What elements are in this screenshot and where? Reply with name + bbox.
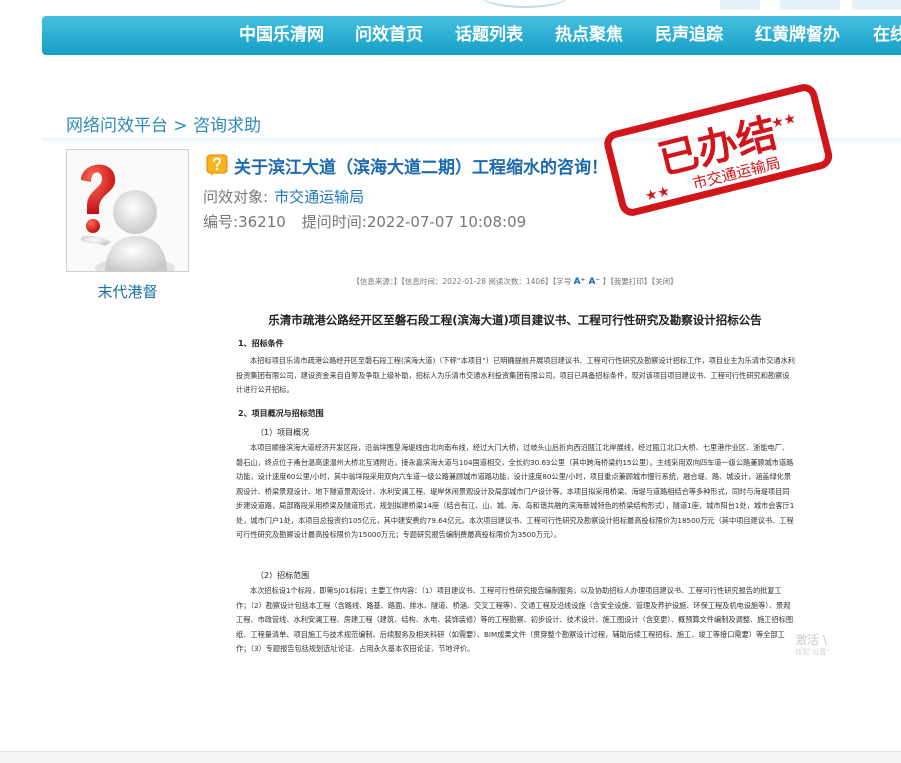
info-row: 编号:36210 提问时间:2022-07-07 10:08:09 bbox=[203, 211, 526, 232]
target-label: 问效对象: bbox=[203, 188, 269, 206]
question-title-row: 关于滨江大道（滨海大道二期）工程缩水的咨询！ bbox=[206, 152, 608, 178]
breadcrumb-separator: > bbox=[173, 116, 188, 136]
avatar bbox=[66, 149, 189, 272]
nav-item-china-yueqing[interactable]: 中国乐清网 bbox=[239, 16, 324, 55]
document-meta: 【信息来源：】【信息时间：2022-01-28 阅读次数：1406】【字号 A⁺… bbox=[352, 277, 678, 287]
section-3-sub: （2）招标范围 bbox=[256, 571, 310, 580]
breadcrumb-platform[interactable]: 网络问效平台 bbox=[66, 116, 168, 136]
announcement-document: 【信息来源：】【信息时间：2022-01-28 阅读次数：1406】【字号 A⁺… bbox=[230, 270, 800, 662]
number-label: 编号: bbox=[203, 213, 239, 231]
breadcrumb: 网络问效平台 > 咨询求助 bbox=[66, 111, 261, 136]
question-person-icon bbox=[67, 150, 188, 271]
question-badge-icon bbox=[206, 154, 228, 176]
completed-stamp: 已办结 市交通运输局 ★★ ★★ bbox=[604, 84, 833, 216]
question-title: 关于滨江大道（滨海大道二期）工程缩水的咨询！ bbox=[234, 157, 608, 178]
asker-name[interactable]: 末代港督 bbox=[66, 281, 189, 302]
section-2-para: 本项目顺接滨海大道经济开发区段，沿翁垟围垦海堤线由北向南布线，经过大门大桥，过岐… bbox=[236, 443, 795, 539]
section-3-para: 本次招标设1个标段，即第SJ01标段；主要工作内容：（1）项目建议书、工程可行性… bbox=[236, 586, 794, 653]
section-1-label: 1、招标条件 bbox=[238, 339, 284, 348]
svg-text:★★: ★★ bbox=[770, 110, 798, 132]
nav-item-supervision[interactable]: 红黄牌督办 bbox=[755, 16, 840, 55]
breadcrumb-current: 咨询求助 bbox=[193, 116, 262, 136]
nav-item-tracking[interactable]: 民声追踪 bbox=[655, 16, 723, 55]
time-label: 提问时间: bbox=[301, 213, 367, 231]
target-link[interactable]: 市交通运输局 bbox=[274, 188, 364, 206]
activation-watermark: 激活 \ 转到"设置" bbox=[795, 633, 830, 656]
number-value: 36210 bbox=[238, 213, 286, 231]
font-size-toggle-icon[interactable]: A⁺ A⁻ bbox=[574, 277, 601, 287]
section-2-sub: （1）项目概况 bbox=[256, 428, 310, 437]
top-decoration bbox=[0, 0, 901, 16]
document-heading: 乐清市疏港公路经开区至磐石段工程(滨海大道)项目建议书、工程可行性研究及勘察设计… bbox=[268, 313, 762, 327]
nav-item-topics[interactable]: 话题列表 bbox=[455, 16, 523, 55]
section-1-para: 本招标项目乐清市疏港公路经开区至磐石段工程(滨海大道)（下称“本项目”）已明确提… bbox=[236, 356, 795, 394]
main-nav: 中国乐清网 问效首页 话题列表 热点聚焦 民声追踪 红黄牌督办 在线 bbox=[42, 16, 901, 55]
time-value: 2022-07-07 10:08:09 bbox=[366, 213, 527, 231]
nav-item-home[interactable]: 问效首页 bbox=[355, 16, 423, 55]
target-row: 问效对象: 市交通运输局 bbox=[203, 186, 364, 207]
nav-item-online[interactable]: 在线 bbox=[873, 16, 901, 55]
bottom-bar bbox=[0, 751, 901, 763]
section-2-label: 2、项目概况与招标范围 bbox=[238, 409, 324, 418]
nav-item-hot[interactable]: 热点聚焦 bbox=[555, 16, 623, 55]
